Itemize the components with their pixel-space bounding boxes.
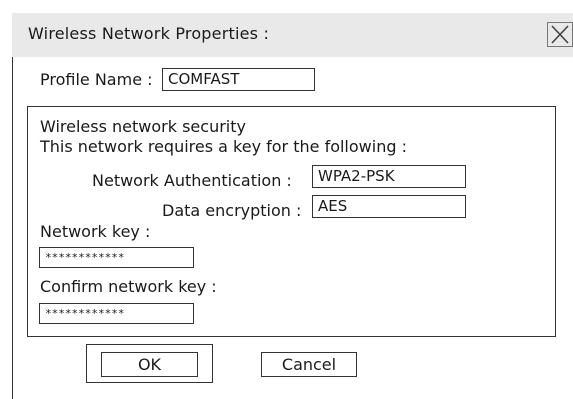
security-heading: Wireless network security [40,117,246,136]
ok-button[interactable]: OK [101,352,198,377]
confirm-network-key-label: Confirm network key : [40,277,217,296]
data-encryption-field[interactable]: AES [312,195,466,218]
close-x-icon [551,25,569,44]
confirm-network-key-field[interactable]: ************ [39,303,194,324]
network-authentication-label: Network Authentication : [92,171,292,190]
close-button[interactable] [547,22,573,47]
cancel-button[interactable]: Cancel [261,352,357,377]
title-bar: Wireless Network Properties : [12,13,573,57]
network-key-field[interactable]: ************ [39,247,194,268]
window-title: Wireless Network Properties : [28,24,270,43]
data-encryption-label: Data encryption : [162,201,302,220]
profile-name-label: Profile Name : [40,70,153,89]
security-subheading: This network requires a key for the foll… [40,137,407,156]
network-key-label: Network key : [40,222,151,241]
network-authentication-field[interactable]: WPA2-PSK [312,165,466,188]
window-left-border [12,57,13,399]
profile-name-field[interactable]: COMFAST [162,68,315,91]
